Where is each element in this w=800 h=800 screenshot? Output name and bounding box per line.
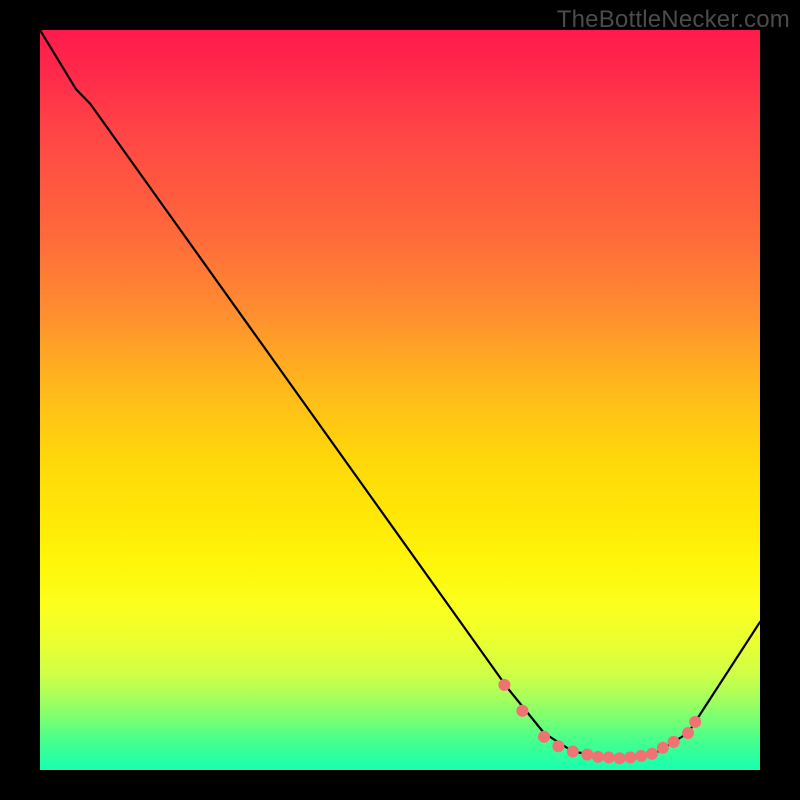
marker-dot xyxy=(682,727,694,739)
chart-stage: TheBottleNecker.com xyxy=(0,0,800,800)
marker-dot xyxy=(516,705,528,717)
marker-dot xyxy=(668,736,680,748)
marker-dot xyxy=(581,749,593,761)
marker-group xyxy=(498,679,701,764)
marker-dot xyxy=(567,746,579,758)
marker-dot xyxy=(538,731,550,743)
main-curve xyxy=(40,30,760,759)
curve-layer xyxy=(40,30,760,770)
marker-dot xyxy=(689,716,701,728)
plot-area xyxy=(40,30,760,770)
marker-dot xyxy=(624,751,636,763)
marker-dot xyxy=(603,751,615,763)
marker-dot xyxy=(614,752,626,764)
marker-dot xyxy=(592,751,604,763)
marker-dot xyxy=(552,740,564,752)
marker-dot xyxy=(498,679,510,691)
marker-dot xyxy=(646,748,658,760)
marker-dot xyxy=(657,742,669,754)
marker-dot xyxy=(635,750,647,762)
